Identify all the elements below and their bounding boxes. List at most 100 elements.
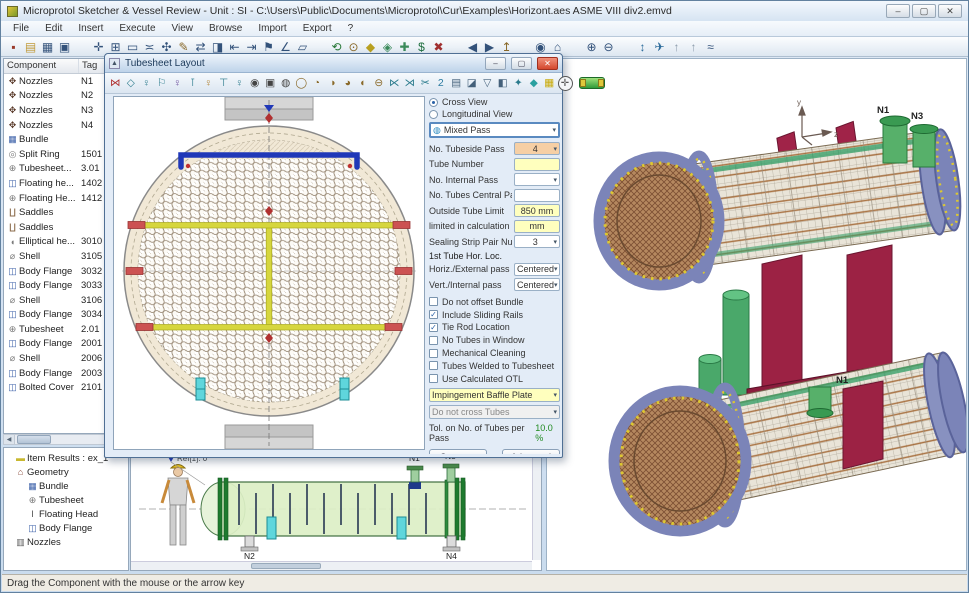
dialog-toolbar-icon[interactable]: ⋉ (387, 74, 402, 93)
dialog-toolbar-icon[interactable]: ⋊ (403, 74, 418, 93)
checkbox[interactable]: ✓ (429, 310, 438, 319)
toolbar-icon[interactable]: ↑ (685, 38, 702, 56)
checkbox[interactable]: ✓ (429, 323, 438, 332)
column-component[interactable]: Component (4, 59, 79, 73)
dialog-toolbar-icon[interactable]: ▣ (263, 74, 278, 93)
cross-tubes-combo[interactable]: Do not cross Tubes ▾ (429, 405, 560, 419)
dialog-toolbar-icon[interactable]: 2 (434, 74, 449, 93)
dialog-toolbar-icon[interactable]: ♀ (139, 74, 154, 93)
toolbar-icon[interactable]: ▦ (39, 38, 56, 56)
checkbox[interactable] (429, 349, 438, 358)
compass-icon[interactable]: ✛ (558, 76, 573, 91)
field-control[interactable]: 4▾ (514, 142, 560, 155)
dialog-minimize-button[interactable]: – (485, 57, 506, 70)
compute-button[interactable]: Compute (429, 449, 487, 454)
longitudinal-sketch-panel[interactable]: Ref[1]: 0 (130, 450, 542, 571)
dialog-toolbar-icon[interactable]: ◪ (465, 74, 480, 93)
impingement-baffle-combo[interactable]: Impingement Baffle Plate ▾ (429, 388, 560, 402)
field-control[interactable]: ▾ (514, 173, 560, 186)
menu-item[interactable]: File (5, 22, 37, 35)
dialog-toolbar-icon[interactable]: ♀ (232, 74, 247, 93)
tree-item[interactable]: ▦ Bundle (4, 479, 128, 493)
toolbar-icon[interactable]: ⊕ (583, 38, 600, 56)
dialog-toolbar-icon[interactable]: ✦ (511, 74, 526, 93)
checkbox[interactable] (429, 361, 438, 370)
centered-combo[interactable]: Centered▾ (514, 278, 560, 291)
dialog-toolbar-icon[interactable]: ⊤ (217, 74, 232, 93)
checkbox-row[interactable]: ✓ Include Sliding Rails (429, 308, 560, 321)
dialog-toolbar-icon[interactable]: ◆ (527, 74, 542, 93)
dialog-toolbar-icon[interactable]: ▽ (480, 74, 495, 93)
field-control[interactable]: mm (514, 220, 560, 233)
hscroll-thumb[interactable] (17, 435, 51, 444)
toolbar-icon[interactable]: ▪ (5, 38, 22, 56)
tree-item[interactable]: ⌂ Geometry (4, 465, 128, 479)
dialog-toolbar-icon[interactable]: ◕ (341, 74, 356, 93)
toolbar-icon[interactable]: ✛ (90, 38, 107, 56)
dialog-toolbar-icon[interactable]: ⚐ (155, 74, 170, 93)
dialog-toolbar-icon[interactable]: ◑ (325, 74, 340, 93)
menu-item[interactable]: Execute (111, 22, 163, 35)
checkbox[interactable] (429, 297, 438, 306)
sketch-hscroll-thumb[interactable] (251, 563, 321, 569)
maximize-button[interactable]: ▢ (912, 4, 936, 18)
dialog-toolbar-icon[interactable]: ◧ (496, 74, 511, 93)
dialog-toolbar-icon[interactable]: ◐ (356, 74, 371, 93)
menu-item[interactable]: Edit (37, 22, 70, 35)
checkbox-row[interactable]: Tubes Welded to Tubesheet (429, 359, 560, 372)
menu-item[interactable]: ? (340, 22, 362, 35)
close-button[interactable]: ✕ (938, 4, 962, 18)
checkbox[interactable] (429, 374, 438, 383)
dialog-toolbar-icon[interactable]: ◯ (294, 74, 309, 93)
minimize-button[interactable]: – (886, 4, 910, 18)
dialog-toolbar-icon[interactable]: ▤ (449, 74, 464, 93)
toolbar-icon[interactable]: ✈ (651, 38, 668, 56)
menu-item[interactable]: Insert (70, 22, 111, 35)
dialog-toolbar-icon[interactable]: ♀ (201, 74, 216, 93)
checkbox-row[interactable]: Use Calculated OTL (429, 372, 560, 385)
toolbar-icon[interactable]: ⊖ (600, 38, 617, 56)
checkbox-row[interactable]: ✓ Tie Rod Location (429, 321, 560, 334)
centered-combo[interactable]: Centered▾ (514, 263, 560, 276)
toolbar-icon[interactable]: ▤ (22, 38, 39, 56)
dialog-close-button[interactable]: ✕ (537, 57, 558, 70)
title-bar[interactable]: Microprotol Sketcher & Vessel Review - U… (1, 1, 968, 21)
menu-item[interactable]: View (164, 22, 202, 35)
vessel-orientation-icon[interactable] (579, 77, 605, 89)
tree-item[interactable]: ◫ Body Flange (4, 521, 128, 535)
advanced-button[interactable]: Advanced (502, 449, 560, 454)
tree-item[interactable]: ▥ Nozzles (4, 535, 128, 549)
dialog-toolbar-icon[interactable]: ⊖ (372, 74, 387, 93)
dialog-toolbar-icon[interactable]: ◇ (124, 74, 139, 93)
menu-item[interactable]: Browse (201, 22, 250, 35)
menu-item[interactable]: Export (295, 22, 340, 35)
sketch-vscrollbar[interactable] (532, 451, 541, 560)
dialog-toolbar-icon[interactable]: ◔ (310, 74, 325, 93)
toolbar-icon[interactable]: ≈ (702, 38, 719, 56)
checkbox-row[interactable]: No Tubes in Window (429, 334, 560, 347)
toolbar-icon[interactable]: ↑ (668, 38, 685, 56)
field-control[interactable] (514, 189, 560, 202)
field-control[interactable]: 850 mm (514, 204, 560, 217)
dialog-toolbar-icon[interactable]: ⋈ (108, 74, 123, 93)
pass-mode-combo[interactable]: ◍ Mixed Pass ▾ (429, 122, 560, 138)
longitudinal-view-radio[interactable]: Longitudinal View (429, 108, 560, 120)
checkbox-row[interactable]: Do not offset Bundle (429, 296, 560, 309)
model-3d-viewport[interactable]: N1 N3 N1 y z (546, 58, 967, 571)
vessel-side-view[interactable] (201, 464, 465, 551)
dialog-toolbar-icon[interactable]: ✂ (418, 74, 433, 93)
dialog-system-icon[interactable]: ▲ (109, 58, 120, 69)
tubesheet-drawing-area[interactable] (113, 96, 425, 450)
dialog-toolbar-icon[interactable]: ◉ (248, 74, 263, 93)
tree-item[interactable]: ⊕ Tubesheet (4, 493, 128, 507)
checkbox[interactable] (429, 336, 438, 345)
dialog-toolbar-icon[interactable]: ◍ (279, 74, 294, 93)
toolbar-icon[interactable]: ▣ (56, 38, 73, 56)
dialog-toolbar-icon[interactable]: ▦ (542, 74, 557, 93)
cross-view-radio[interactable]: Cross View (429, 96, 560, 108)
dialog-maximize-button[interactable]: ▢ (511, 57, 532, 70)
toolbar-icon[interactable]: ↕ (634, 38, 651, 56)
dialog-toolbar-icon[interactable]: ⊺ (186, 74, 201, 93)
sketch-hscrollbar[interactable] (131, 561, 532, 570)
tree-item[interactable]: Ⅰ Floating Head (4, 507, 128, 521)
